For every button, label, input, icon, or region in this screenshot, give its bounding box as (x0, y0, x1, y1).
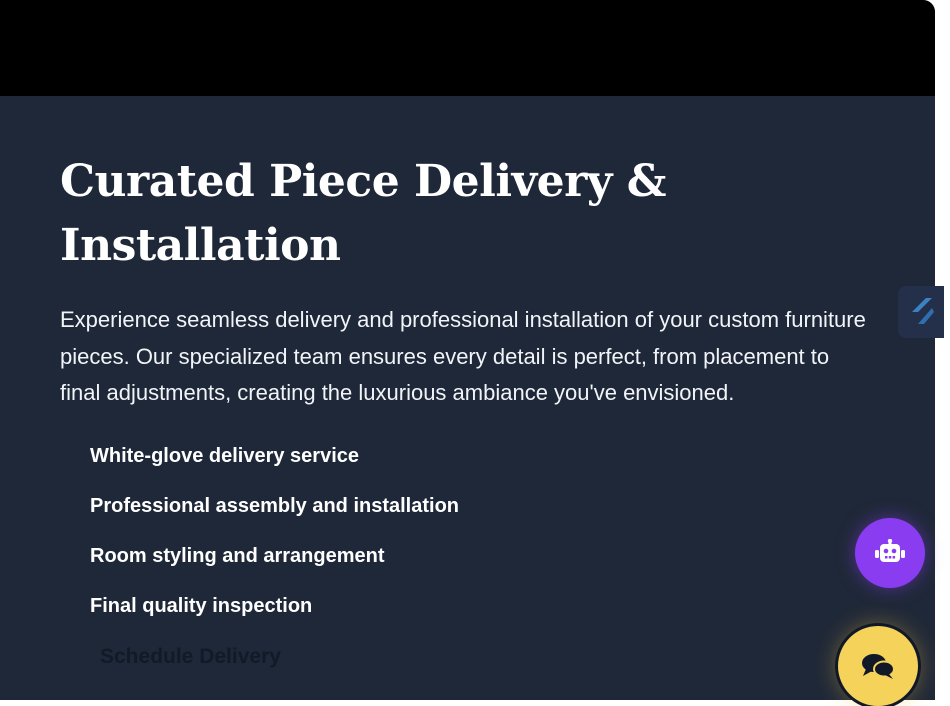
feature-item-assembly: Professional assembly and installation (90, 494, 460, 517)
side-widget-tab[interactable] (898, 286, 944, 338)
intro-paragraph: Experience seamless delivery and profess… (60, 307, 866, 405)
main-content: Curated Piece Delivery & Installation Ex… (60, 150, 880, 642)
page-frame: Curated Piece Delivery & Installation Ex… (0, 0, 935, 700)
top-bar (0, 0, 935, 96)
feature-item-white-glove: White-glove delivery service (90, 444, 360, 467)
chat-button[interactable] (838, 626, 918, 706)
chatbot-button[interactable] (855, 518, 925, 588)
page-title: Curated Piece Delivery & Installation (60, 156, 666, 271)
chat-bubbles-icon (862, 654, 895, 679)
stack-icon (912, 298, 934, 324)
page-edge (935, 0, 950, 700)
schedule-delivery-button[interactable]: Schedule Delivery (100, 642, 281, 672)
feature-list: White-glove delivery service Professiona… (90, 442, 880, 620)
robot-icon (875, 539, 905, 562)
feature-item-styling: Room styling and arrangement (90, 544, 385, 567)
feature-item-inspection: Final quality inspection (90, 594, 313, 617)
